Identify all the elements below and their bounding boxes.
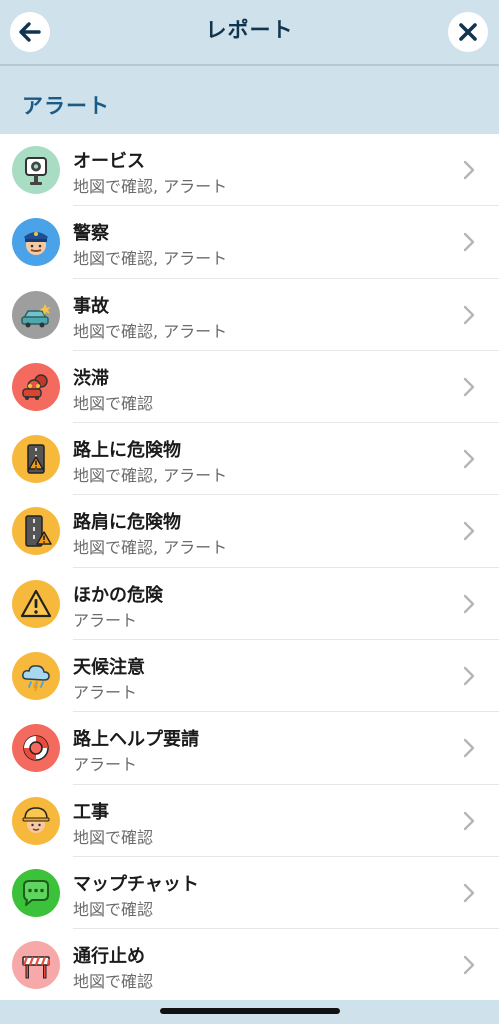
close-icon [459,23,477,41]
home-indicator-bar [0,1000,499,1024]
report-item-speed-camera[interactable]: オービス 地図で確認, アラート [0,134,499,207]
item-label: 工事 [73,801,109,823]
item-subtitle: 地図で確認, アラート [73,177,228,196]
item-subtitle: 地図で確認, アラート [73,538,228,558]
item-subtitle: アラート [73,755,138,775]
item-subtitle: アラート [73,683,138,703]
chevron-right-icon [463,666,475,686]
report-item-shoulder-hazard[interactable]: 路肩に危険物 地図で確認, アラート [0,495,499,568]
item-label: オービス [73,151,145,172]
speed-camera-icon [12,146,60,194]
item-subtitle: 地図で確認, アラート [73,249,228,269]
report-item-weather[interactable]: 天候注意 アラート [0,640,499,713]
road-closed-icon [12,941,60,990]
item-subtitle: アラート [73,610,138,630]
chat-bubble-icon [12,868,60,917]
chevron-right-icon [463,594,475,613]
section-title: アラート [22,94,110,118]
chevron-right-icon [463,160,475,180]
report-item-construction[interactable]: 工事 地図で確認 [0,785,499,857]
report-item-road-closed[interactable]: 通行止め 地図で確認 [0,929,499,1001]
chevron-right-icon [463,305,475,324]
page-title: レポート [205,18,294,42]
report-item-police[interactable]: 警察 地図で確認, アラート [0,206,499,279]
reports-screen: レポート アラート オービス 地図で確認, アラート 警察 地図で確認, アラー… [0,0,499,1024]
chevron-right-icon [463,883,475,903]
item-label: 路上ヘルプ要請 [73,729,199,751]
section-header: アラート [0,66,499,134]
home-indicator[interactable] [160,1008,340,1014]
item-subtitle: 地図で確認 [73,827,154,847]
chevron-right-icon [463,956,475,975]
police-icon [12,218,60,267]
item-subtitle: 地図で確認 [73,393,154,413]
lifebuoy-icon [12,724,60,773]
item-label: ほかの危険 [73,584,163,606]
report-list: オービス 地図で確認, アラート 警察 地図で確認, アラート 事故 地図で確認… [0,134,499,1002]
item-label: 警察 [73,223,109,245]
chevron-right-icon [463,739,475,758]
item-subtitle: 地図で確認 [73,972,154,992]
accident-icon [12,290,60,339]
report-item-map-chat[interactable]: マップチャット 地図で確認 [0,857,499,930]
item-subtitle: 地図で確認, アラート [73,321,228,341]
chevron-right-icon [463,811,475,830]
report-item-other-hazard[interactable]: ほかの危険 アラート [0,568,499,641]
report-item-road-hazard[interactable]: 路上に危険物 地図で確認, アラート [0,423,499,496]
item-subtitle: 地図で確認, アラート [73,466,228,486]
road-hazard-icon [12,435,60,484]
shoulder-hazard-icon [12,507,60,556]
item-label: 事故 [73,295,109,317]
item-label: マップチャット [73,873,199,895]
chevron-right-icon [463,377,475,397]
item-label: 路肩に危険物 [73,512,181,534]
item-subtitle: 地図で確認 [73,899,154,919]
chevron-right-icon [463,449,475,469]
close-button[interactable] [448,12,488,52]
top-bar: レポート [0,0,499,66]
report-item-traffic-jam[interactable]: 渋滞 地図で確認 [0,351,499,424]
item-label: 路上に危険物 [73,440,181,462]
report-item-accident[interactable]: 事故 地図で確認, アラート [0,279,499,351]
item-label: 通行止め [73,946,145,968]
report-item-roadside-help[interactable]: 路上ヘルプ要請 アラート [0,712,499,785]
traffic-jam-icon [12,362,60,411]
item-label: 渋滞 [73,367,109,389]
construction-worker-icon [12,796,60,845]
chevron-right-icon [463,522,475,541]
weather-icon [12,652,60,701]
chevron-right-icon [463,233,475,252]
warning-icon [12,579,60,628]
item-label: 天候注意 [73,657,145,679]
